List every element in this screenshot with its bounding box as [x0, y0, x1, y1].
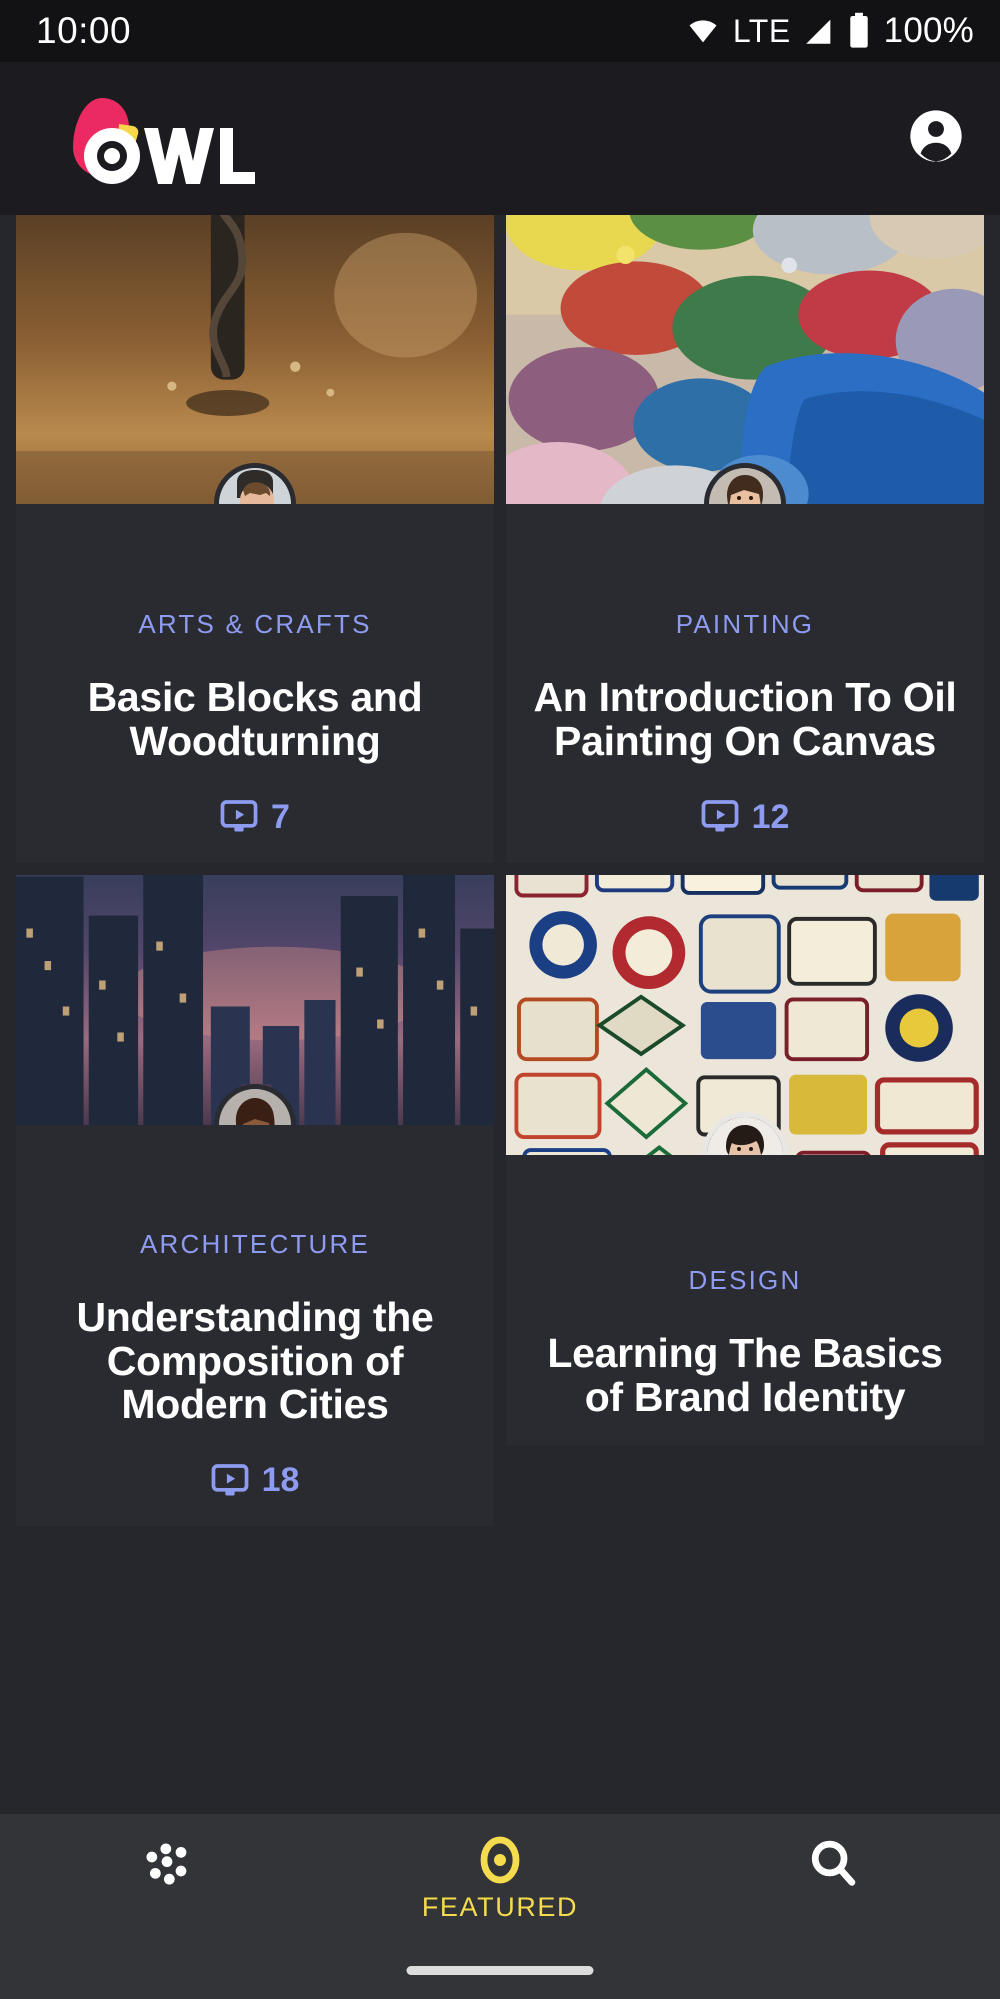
battery-percentage: 100%: [883, 11, 974, 50]
video-monitor-icon: [211, 1463, 249, 1498]
video-count-value: 18: [261, 1461, 300, 1500]
card-thumbnail: [16, 215, 494, 504]
battery-icon: [847, 12, 871, 50]
grid-column-right: PAINTING An Introduction To Oil Painting…: [506, 215, 984, 1999]
account-circle-icon: [908, 108, 964, 169]
avatar-photo: [219, 468, 291, 504]
nav-item-featured[interactable]: FEATURED: [400, 1836, 600, 1923]
card-body: ARCHITECTURE Understanding the Compositi…: [16, 1125, 494, 1527]
avatar-photo: [219, 1088, 291, 1125]
thumbnail-image-oil-painting: [506, 215, 984, 504]
card-body: ARTS & CRAFTS Basic Blocks and Woodturni…: [16, 504, 494, 863]
home-indicator[interactable]: [406, 1966, 594, 1975]
signal-icon: [802, 14, 836, 48]
video-count-value: 7: [271, 797, 290, 836]
network-type-label: LTE: [732, 12, 791, 49]
featured-card-grid: ARTS & CRAFTS Basic Blocks and Woodturni…: [0, 215, 1000, 1999]
avatar-photo: [707, 1116, 783, 1155]
app-header: [0, 62, 1000, 215]
card-title: Basic Blocks and Woodturning: [87, 674, 423, 764]
card-category: DESIGN: [688, 1264, 802, 1295]
card-thumbnail: [506, 215, 984, 504]
card-category: PAINTING: [675, 609, 815, 639]
card-title: Understanding the Composition of Modern …: [76, 1293, 434, 1428]
dots-grid-icon: [139, 1836, 195, 1892]
app-screen: 10:00 LTE 100% ARTS & CRAFTS Basic Block…: [0, 0, 1000, 1999]
nav-item-browse[interactable]: [67, 1836, 267, 1900]
course-card[interactable]: PAINTING An Introduction To Oil Painting…: [506, 215, 984, 863]
course-card[interactable]: DESIGN Learning The Basics of Brand Iden…: [506, 874, 984, 1446]
nav-item-search[interactable]: [733, 1836, 933, 1898]
avatar-photo: [709, 468, 781, 504]
card-title: Learning The Basics of Brand Identity: [547, 1329, 943, 1420]
eye-owl-icon: [476, 1836, 524, 1884]
video-monitor-icon: [701, 800, 739, 834]
card-body: DESIGN Learning The Basics of Brand Iden…: [506, 1155, 984, 1446]
status-time: 10:00: [36, 10, 132, 51]
card-title: An Introduction To Oil Painting On Canva…: [533, 674, 957, 764]
card-thumbnail: [16, 874, 494, 1125]
card-category: ARTS & CRAFTS: [138, 609, 372, 639]
bottom-navigation-bar: FEATURED: [0, 1814, 1000, 1999]
grid-column-left: ARTS & CRAFTS Basic Blocks and Woodturni…: [16, 215, 494, 1999]
video-monitor-icon: [220, 800, 258, 834]
status-indicators: LTE 100%: [684, 11, 974, 51]
profile-button[interactable]: [908, 108, 964, 169]
search-icon: [806, 1836, 860, 1890]
card-category: ARCHITECTURE: [139, 1228, 371, 1259]
card-body: PAINTING An Introduction To Oil Painting…: [506, 504, 984, 863]
card-video-count: 18: [34, 1461, 476, 1500]
course-card[interactable]: ARCHITECTURE Understanding the Compositi…: [16, 874, 494, 1527]
card-thumbnail: [506, 874, 984, 1155]
course-card[interactable]: ARTS & CRAFTS Basic Blocks and Woodturni…: [16, 215, 494, 863]
wifi-icon: [684, 12, 722, 50]
card-video-count: 7: [34, 798, 476, 837]
video-count-value: 12: [751, 797, 790, 836]
thumbnail-image-woodturning: [16, 215, 494, 504]
nav-label-featured: FEATURED: [421, 1892, 579, 1922]
owl-logo-mark: [73, 98, 255, 184]
status-bar: 10:00 LTE 100%: [0, 0, 1000, 62]
app-logo[interactable]: [40, 89, 255, 189]
card-video-count: 12: [524, 798, 966, 837]
